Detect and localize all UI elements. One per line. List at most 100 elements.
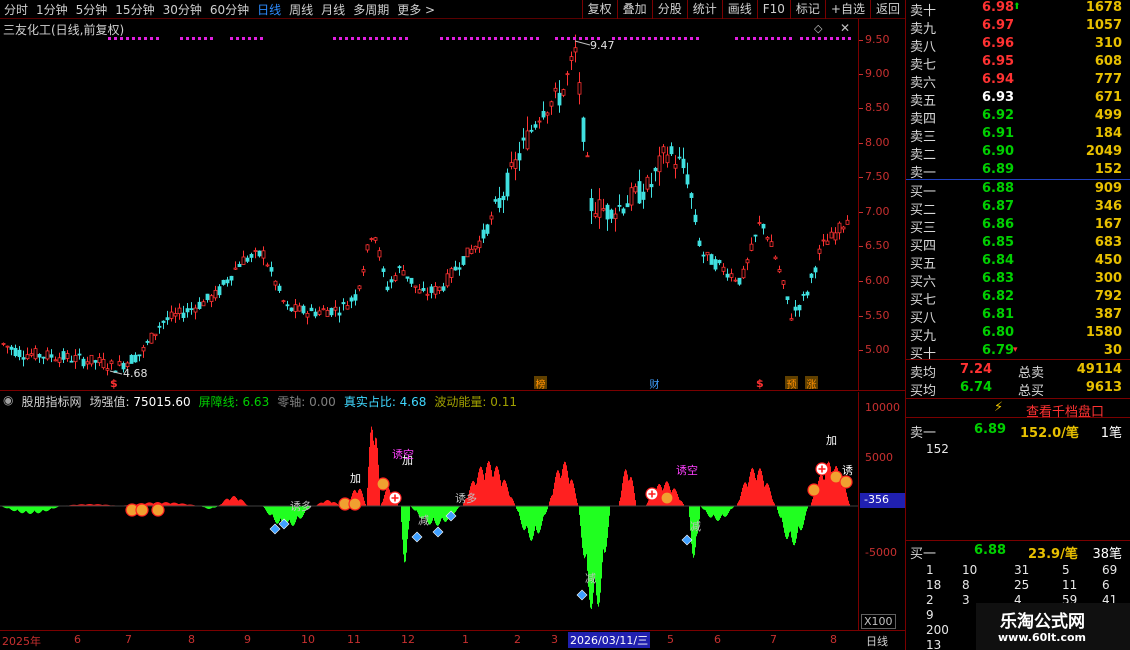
toolbar-button[interactable]: +自选 (824, 0, 870, 19)
event-marker-dividend-2[interactable]: $ (756, 377, 764, 390)
period-tab[interactable]: 30分钟 (159, 1, 206, 18)
toolbar-button[interactable]: 画线 (721, 0, 757, 19)
signal-dot (642, 37, 645, 40)
indicator-bar (32, 506, 33, 513)
period-label[interactable]: 日线 (866, 633, 888, 649)
indicator-bar (754, 472, 755, 506)
circle-signal-icon (348, 497, 362, 511)
event-marker-finance[interactable]: 财 (648, 376, 661, 391)
indicator-bar (36, 506, 37, 513)
indicator-bar (543, 506, 544, 517)
period-tab[interactable]: 月线 (317, 1, 349, 18)
indicator-bar (335, 502, 336, 506)
signal-dot (696, 37, 699, 40)
indicator-bar (568, 477, 569, 506)
indicator-bar (403, 506, 404, 555)
order-level-row[interactable]: 买六 6.83 300 (910, 271, 1122, 290)
order-level-row[interactable]: 卖二 6.90 2049 (910, 144, 1122, 163)
order-level-row[interactable]: 买三 6.86 167 (910, 217, 1122, 236)
order-level-row[interactable]: 卖一 6.89 152 (910, 162, 1122, 181)
candle-body (541, 110, 546, 118)
candle-body (613, 213, 618, 220)
high-price-label: 9.47 (590, 39, 615, 52)
order-level-row[interactable]: 买四 6.85 683 (910, 235, 1122, 254)
candle-body (57, 357, 62, 363)
period-tab[interactable]: 周线 (285, 1, 317, 18)
candle-body (557, 92, 562, 106)
level-volume: 499 (1094, 108, 1122, 123)
period-tab[interactable]: 多周期 (349, 1, 393, 18)
indicator-chart[interactable]: 加诱空加诱多减诱多减诱空减加诱 (0, 392, 858, 630)
order-level-row[interactable]: 买九 6.80 1580 (910, 325, 1122, 344)
candle-body (769, 241, 774, 247)
candle-body (45, 350, 50, 360)
toolbar-button[interactable]: 分股 (651, 0, 687, 19)
indicator-bar (718, 506, 719, 521)
candle-body (721, 266, 726, 272)
toolbar-button[interactable]: 统计 (686, 0, 722, 19)
order-level-row[interactable]: 买七 6.82 792 (910, 289, 1122, 308)
indicator-bar (45, 506, 46, 512)
candle-body (65, 353, 70, 359)
order-level-row[interactable]: 买五 6.84 450 (910, 253, 1122, 272)
period-tab[interactable]: 5分钟 (72, 1, 112, 18)
candle-body (133, 354, 138, 363)
order-level-row[interactable]: 卖五 6.93 671 (910, 90, 1122, 109)
indicator-bar (268, 506, 269, 515)
ind-scale-label[interactable]: X100 (861, 614, 896, 629)
candlestick-chart[interactable]: 9.47 4.68 (0, 19, 858, 391)
level-label: 买六 (910, 275, 937, 290)
period-tab[interactable]: 1分钟 (32, 1, 72, 18)
toolbar-button[interactable]: 标记 (789, 0, 825, 19)
candle-body (17, 349, 22, 358)
order-level-row[interactable]: 卖九 6.97 1057 (910, 18, 1122, 37)
order-level-row[interactable]: 买一 6.88 909 (910, 181, 1122, 200)
level-price: 6.91 (982, 126, 1015, 141)
diamond-signal-icon (681, 534, 693, 546)
event-marker-dividend[interactable]: $ (110, 377, 118, 390)
view-depth-button[interactable]: ⚡ 查看千档盘口 (906, 398, 1130, 420)
event-marker-forecast[interactable]: 预 (785, 376, 798, 391)
candle-body (389, 279, 394, 283)
watermark-title: 乐淘公式网 (1000, 612, 1085, 632)
toolbar-button[interactable]: 叠加 (616, 0, 652, 19)
indicator-bar (240, 499, 241, 506)
order-level-row[interactable]: 买八 6.81 387 (910, 307, 1122, 326)
level-price: 6.98 (982, 0, 1015, 15)
indicator-bar (758, 470, 759, 506)
candle-body (89, 354, 94, 365)
candle-body (305, 312, 310, 318)
period-tab[interactable]: 更多 > (393, 1, 439, 18)
indicator-bar (647, 502, 648, 506)
event-marker-rank[interactable]: 榜 (534, 376, 547, 391)
order-level-row[interactable]: 卖七 6.95 608 (910, 54, 1122, 73)
signal-dot (375, 37, 378, 40)
period-tab[interactable]: 分时 (0, 1, 32, 18)
order-level-row[interactable]: 卖四 6.92 499 (910, 108, 1122, 127)
indicator-bar (26, 506, 27, 512)
order-level-row[interactable]: 卖六 6.94 777 (910, 72, 1122, 91)
event-marker-limit-up[interactable]: 涨 (805, 376, 818, 391)
buy-queue-item: 10 (962, 563, 978, 577)
level-price: 6.83 (982, 271, 1015, 286)
indicator-bar (770, 491, 771, 506)
candle-body (349, 297, 354, 302)
toolbar-button[interactable]: 复权 (581, 0, 617, 19)
candle-body (337, 312, 342, 316)
signal-dot (210, 37, 213, 40)
order-level-row[interactable]: 买二 6.87 346 (910, 199, 1122, 218)
indicator-bar (821, 474, 822, 506)
period-tab[interactable]: 15分钟 (111, 1, 158, 18)
indicator-bar (149, 502, 150, 506)
candle-body (665, 154, 670, 164)
period-tab[interactable]: 日线 (253, 1, 285, 18)
order-level-row[interactable]: 卖三 6.91 184 (910, 126, 1122, 145)
indicator-bar (414, 506, 415, 511)
price-tick: 7.00 (865, 205, 890, 218)
toolbar-button[interactable]: 返回 (869, 0, 905, 19)
indicator-bar (511, 497, 512, 506)
order-level-row[interactable]: 卖八 6.96 310 (910, 36, 1122, 55)
toolbar-button[interactable]: F10 (756, 0, 790, 19)
period-tab[interactable]: 60分钟 (206, 1, 253, 18)
level-volume: 450 (1094, 253, 1122, 268)
